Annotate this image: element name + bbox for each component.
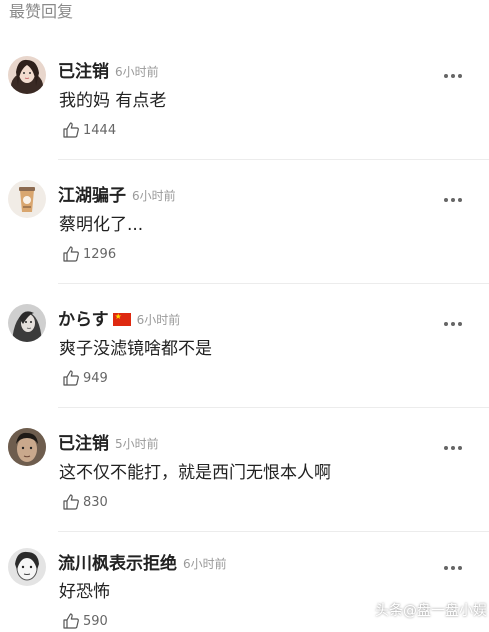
section-title: 最赞回复	[9, 2, 74, 21]
user-avatar[interactable]	[8, 428, 46, 466]
thumbs-up-icon	[63, 613, 79, 629]
username[interactable]: 江湖骗子 6小时前	[58, 181, 176, 206]
watermark: 头条@盘一盘小娱	[375, 603, 487, 619]
more-options-icon[interactable]	[444, 435, 466, 450]
username-text[interactable]: からす	[58, 310, 109, 330]
comment-item: 江湖骗子 6小时前 蔡明化了... 1296	[0, 174, 489, 298]
username[interactable]: 流川枫表示拒绝 6小时前	[58, 549, 227, 574]
username-text[interactable]: 江湖骗子	[58, 186, 126, 206]
username-text[interactable]: 流川枫表示拒绝	[58, 554, 177, 574]
china-flag-icon: ★	[112, 312, 131, 326]
user-avatar[interactable]	[8, 548, 46, 586]
comment-time: 6小时前	[132, 189, 176, 203]
divider	[58, 407, 489, 408]
thumbs-up-icon	[63, 246, 79, 262]
comment-text: 我的妈 有点老	[59, 91, 167, 111]
username-text[interactable]: 已注销	[58, 62, 109, 82]
divider	[58, 159, 489, 160]
user-avatar[interactable]	[8, 56, 46, 94]
user-avatar[interactable]	[8, 304, 46, 342]
divider	[58, 283, 489, 284]
user-avatar[interactable]	[8, 180, 46, 218]
thumbs-up-icon	[63, 122, 79, 138]
username[interactable]: 已注销 5小时前	[58, 429, 159, 454]
comment-time: 5小时前	[115, 437, 159, 451]
username[interactable]: 已注销 6小时前	[58, 57, 159, 82]
comment-text: 好恐怖	[59, 582, 110, 602]
more-options-icon[interactable]	[444, 63, 466, 78]
more-options-icon[interactable]	[444, 187, 466, 202]
comment-text: 蔡明化了...	[59, 215, 144, 235]
comment-text: 这不仅不能打，就是西门无恨本人啊	[59, 463, 331, 483]
comment-time: 6小时前	[183, 557, 227, 571]
like-count: 830	[83, 495, 108, 510]
comment-item: 已注销 6小时前 我的妈 有点老 1444	[0, 50, 489, 174]
more-options-icon[interactable]	[444, 311, 466, 326]
comment-item: からす ★ 6小时前 爽子没滤镜啥都不是 949	[0, 298, 489, 422]
comment-item: 已注销 5小时前 这不仅不能打，就是西门无恨本人啊 830	[0, 422, 489, 546]
thumbs-up-icon	[63, 370, 79, 386]
comment-time: 6小时前	[115, 65, 159, 79]
like-count: 1296	[83, 247, 117, 262]
divider	[58, 531, 489, 532]
thumbs-up-icon	[63, 494, 79, 510]
comment-text: 爽子没滤镜啥都不是	[59, 339, 212, 359]
more-options-icon[interactable]	[444, 555, 466, 570]
comment-time: 6小时前	[136, 313, 181, 327]
like-count: 949	[83, 371, 108, 386]
username-text[interactable]: 已注销	[58, 434, 109, 454]
username[interactable]: からす ★ 6小时前	[58, 305, 180, 330]
like-count: 1444	[83, 123, 117, 138]
